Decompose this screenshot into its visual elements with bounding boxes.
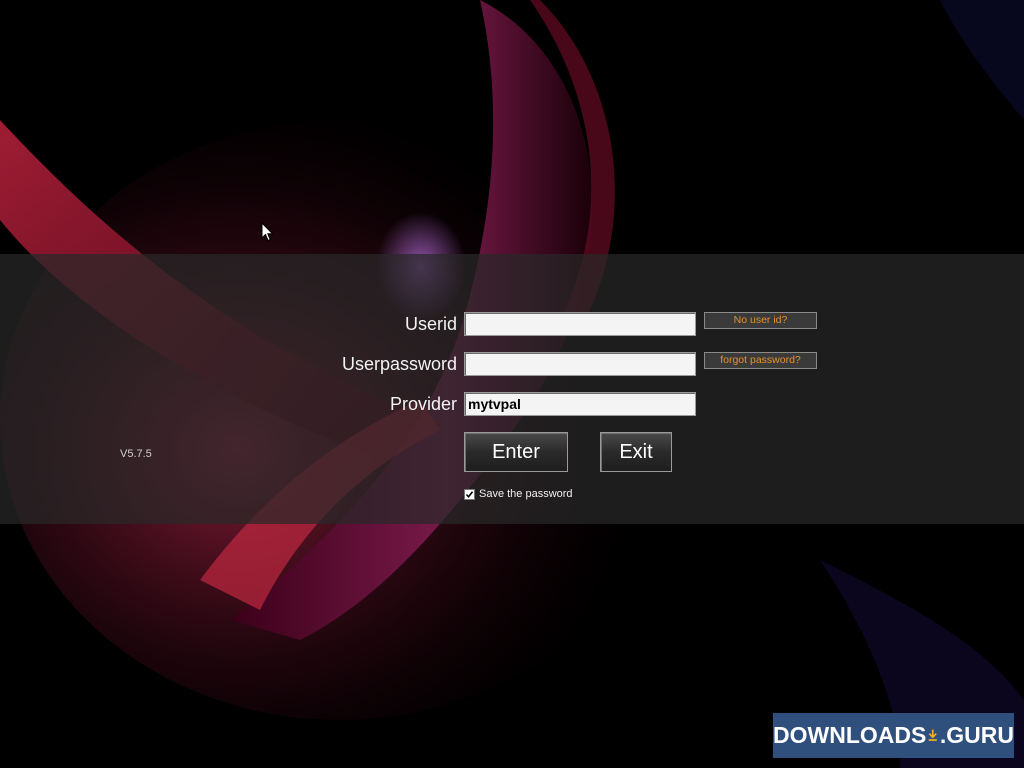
version-label: V5.7.5 [120, 448, 152, 460]
save-password-checkbox[interactable] [464, 488, 475, 500]
forgot-password-button[interactable]: forgot password? [704, 352, 817, 369]
downloads-guru-watermark: DOWNLOADS .GURU [773, 713, 1014, 758]
exit-button[interactable]: Exit [600, 432, 672, 472]
download-arrow-icon [929, 729, 938, 741]
provider-input[interactable] [464, 392, 696, 416]
save-password-label: Save the password [479, 488, 573, 500]
userpassword-input[interactable] [464, 352, 696, 376]
provider-label: Provider [389, 394, 457, 414]
checkmark-icon [465, 490, 474, 498]
watermark-text-left: DOWNLOADS [773, 722, 927, 748]
enter-button[interactable]: Enter [464, 432, 568, 472]
save-password-row: Save the password [464, 488, 573, 500]
login-panel-band [0, 254, 1024, 524]
login-screen: Userid No user id? Userpassword forgot p… [0, 0, 1024, 768]
mouse-pointer-icon [261, 222, 274, 242]
userid-input[interactable] [464, 312, 696, 336]
no-user-id-button[interactable]: No user id? [704, 312, 817, 329]
watermark-text-right: .GURU [939, 722, 1014, 748]
userid-label: Userid [404, 314, 457, 334]
userpassword-label: Userpassword [341, 354, 457, 374]
